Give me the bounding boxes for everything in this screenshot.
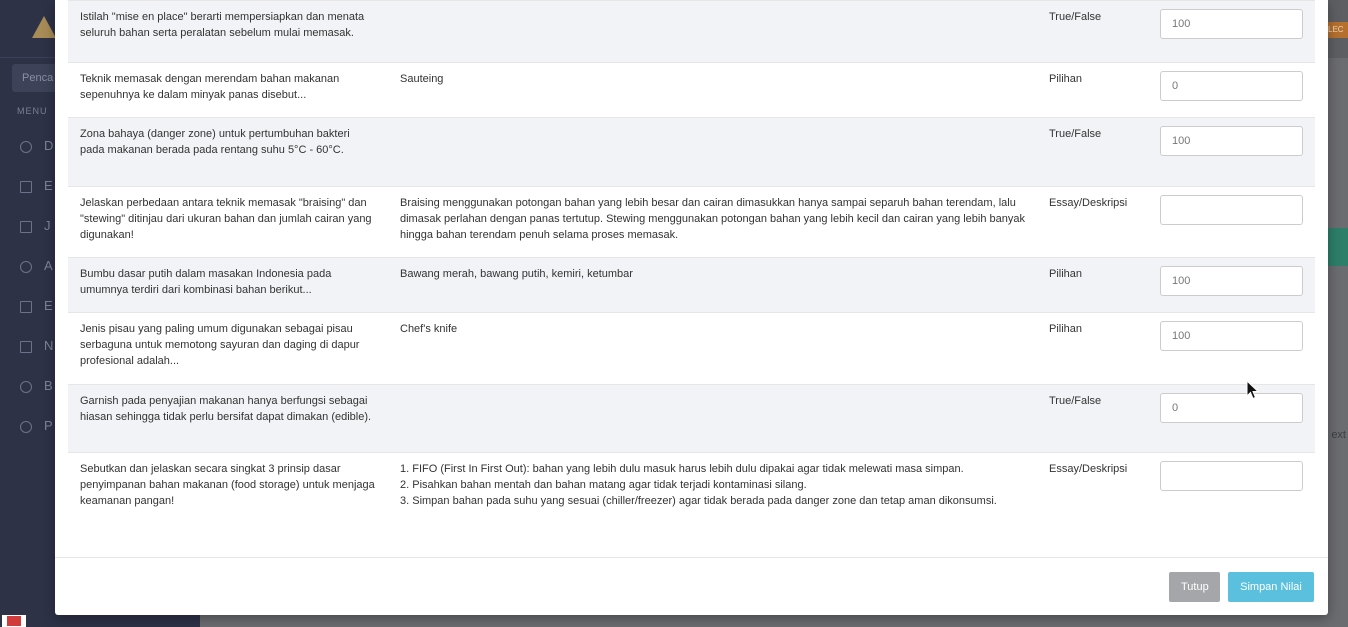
score-cell [1148, 117, 1315, 187]
answer-cell [388, 0, 1037, 63]
score-input[interactable] [1160, 71, 1303, 101]
menu-heading: MENU [17, 106, 48, 116]
table-row: Garnish pada penyajian makanan hanya ber… [68, 384, 1315, 453]
modal-footer: Tutup Simpan Nilai [55, 557, 1328, 615]
sidebar-item-label: E [44, 298, 53, 313]
modal-body: Istilah "mise en place" berarti mempersi… [68, 0, 1315, 557]
grading-modal: Istilah "mise en place" berarti mempersi… [55, 0, 1328, 615]
answer-cell: Chef's knife [388, 312, 1037, 385]
save-scores-button[interactable]: Simpan Nilai [1228, 572, 1314, 602]
score-input[interactable] [1160, 266, 1303, 296]
table-row: Zona bahaya (danger zone) untuk pertumbu… [68, 117, 1315, 187]
table-row: Istilah "mise en place" berarti mempersi… [68, 0, 1315, 63]
question-cell: Bumbu dasar putih dalam masakan Indonesi… [68, 257, 388, 313]
question-type-cell: Pilihan [1037, 257, 1148, 313]
status-badge: LEC [1326, 22, 1348, 38]
mouse-cursor-icon [1246, 380, 1260, 400]
flag-icon [2, 615, 26, 627]
answer-cell [388, 117, 1037, 187]
question-type-cell: Essay/Deskripsi [1037, 452, 1148, 557]
answer-cell: Bawang merah, bawang putih, kemiri, ketu… [388, 257, 1037, 313]
answer-cell [388, 384, 1037, 453]
sidebar-item-label: D [44, 138, 54, 153]
book-icon [20, 300, 32, 313]
question-type-cell: True/False [1037, 0, 1148, 63]
table-row: Bumbu dasar putih dalam masakan Indonesi… [68, 257, 1315, 313]
check-circle-icon [20, 260, 32, 273]
book-icon [20, 180, 32, 193]
clock-icon [20, 140, 32, 153]
score-cell [1148, 452, 1315, 557]
score-input[interactable] [1160, 321, 1303, 351]
sidebar-item-label: P [44, 418, 53, 433]
help-icon [20, 420, 32, 433]
question-type-cell: True/False [1037, 117, 1148, 187]
sidebar-item-label: A [44, 258, 53, 273]
calendar-icon [20, 220, 32, 233]
score-cell [1148, 384, 1315, 453]
score-input[interactable] [1160, 9, 1303, 39]
sidebar-item-label: N [44, 338, 54, 353]
question-cell: Istilah "mise en place" berarti mempersi… [68, 0, 388, 63]
next-link: ext [1331, 429, 1346, 441]
sidebar-item-label: J [44, 218, 51, 233]
question-type-cell: Essay/Deskripsi [1037, 186, 1148, 258]
table-row: Jelaskan perbedaan antara teknik memasak… [68, 186, 1315, 258]
score-cell [1148, 186, 1315, 258]
score-input[interactable] [1160, 126, 1303, 156]
question-cell: Jelaskan perbedaan antara teknik memasak… [68, 186, 388, 258]
close-button[interactable]: Tutup [1169, 572, 1220, 602]
table-row: Sebutkan dan jelaskan secara singkat 3 p… [68, 452, 1315, 557]
question-type-cell: True/False [1037, 384, 1148, 453]
score-input[interactable] [1160, 393, 1303, 423]
score-cell [1148, 0, 1315, 63]
question-type-cell: Pilihan [1037, 62, 1148, 118]
answers-table: Istilah "mise en place" berarti mempersi… [68, 0, 1315, 557]
question-cell: Teknik memasak dengan merendam bahan mak… [68, 62, 388, 118]
answer-cell: Braising menggunakan potongan bahan yang… [388, 186, 1037, 258]
question-cell: Garnish pada penyajian makanan hanya ber… [68, 384, 388, 453]
question-cell: Zona bahaya (danger zone) untuk pertumbu… [68, 117, 388, 187]
sidebar-item-label: E [44, 178, 53, 193]
answer-cell: Sauteing [388, 62, 1037, 118]
question-cell: Sebutkan dan jelaskan secara singkat 3 p… [68, 452, 388, 557]
table-row: Jenis pisau yang paling umum digunakan s… [68, 312, 1315, 385]
sidebar-item-label: B [44, 378, 53, 393]
help-icon [20, 380, 32, 393]
score-cell [1148, 312, 1315, 385]
book-icon [20, 340, 32, 353]
table-row: Teknik memasak dengan merendam bahan mak… [68, 62, 1315, 118]
question-cell: Jenis pisau yang paling umum digunakan s… [68, 312, 388, 385]
score-input[interactable] [1160, 461, 1303, 491]
score-input[interactable] [1160, 195, 1303, 225]
logo-mark-icon [32, 16, 56, 38]
score-cell [1148, 257, 1315, 313]
score-cell [1148, 62, 1315, 118]
action-tab [1326, 228, 1348, 266]
question-type-cell: Pilihan [1037, 312, 1148, 385]
answer-cell: 1. FIFO (First In First Out): bahan yang… [388, 452, 1037, 557]
